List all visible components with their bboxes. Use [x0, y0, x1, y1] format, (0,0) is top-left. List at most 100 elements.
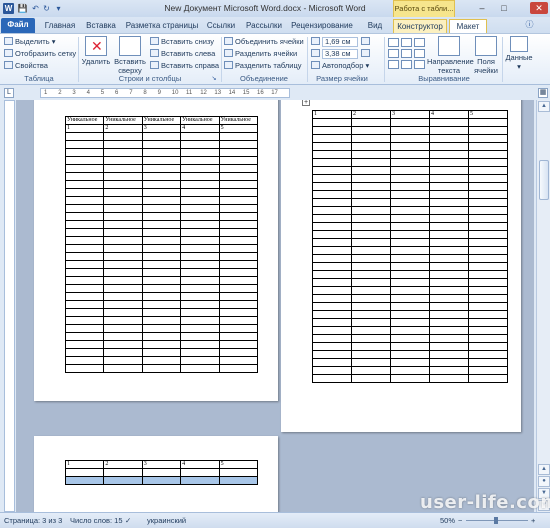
table-cell[interactable] [429, 358, 469, 367]
table-cell[interactable] [141, 332, 182, 341]
table-cell[interactable] [64, 348, 105, 357]
table-cell[interactable] [141, 252, 182, 261]
table-cell[interactable] [103, 228, 143, 237]
table-cell[interactable] [351, 190, 391, 199]
table-cell[interactable] [141, 228, 182, 237]
table-cell[interactable]: 5 [218, 460, 259, 469]
table-cell[interactable] [64, 340, 105, 349]
table-cell[interactable] [429, 326, 469, 335]
table-cell[interactable] [64, 132, 105, 141]
table-cell[interactable] [390, 374, 430, 383]
browse-object-icon[interactable]: ● [538, 476, 550, 487]
scroll-thumb[interactable] [539, 160, 549, 200]
table-cell[interactable] [429, 286, 469, 295]
table-cell[interactable] [390, 198, 430, 207]
table-cell[interactable] [390, 206, 430, 215]
table-cell[interactable] [103, 220, 143, 229]
table-cell[interactable]: 3 [141, 124, 182, 133]
table-cell[interactable] [218, 292, 259, 301]
tab-home[interactable]: Главная [40, 19, 80, 33]
table-cell[interactable] [429, 174, 469, 183]
align-top-right-icon[interactable] [414, 38, 425, 47]
table-cell[interactable] [141, 292, 182, 301]
table-cell[interactable] [351, 198, 391, 207]
table-row[interactable] [64, 332, 259, 341]
table-row[interactable] [312, 326, 508, 335]
table-cell[interactable] [351, 278, 391, 287]
table-cell[interactable] [390, 134, 430, 143]
table-cell[interactable] [141, 356, 182, 365]
table-cell[interactable] [468, 374, 508, 383]
table-cell[interactable] [390, 166, 430, 175]
table-cell[interactable] [390, 142, 430, 151]
table-row[interactable] [64, 172, 259, 181]
table-cell[interactable] [141, 324, 182, 333]
table-cell[interactable] [103, 204, 143, 213]
table-row[interactable] [312, 166, 508, 175]
table-row[interactable] [64, 196, 259, 205]
table-cell[interactable] [429, 118, 469, 127]
word-app-icon[interactable]: W [3, 3, 14, 14]
table-page-2[interactable]: 12345 [312, 110, 508, 383]
table-cell[interactable] [180, 252, 220, 261]
table-row[interactable] [64, 164, 259, 173]
row-height-input[interactable]: 1,69 см [322, 37, 358, 47]
table-cell[interactable] [312, 182, 352, 191]
table-cell[interactable] [390, 350, 430, 359]
table-cell[interactable] [103, 196, 143, 205]
table-row[interactable] [64, 140, 259, 149]
table-cell[interactable] [218, 468, 259, 477]
table-cell[interactable] [103, 164, 143, 173]
page-3[interactable]: 12345 [34, 436, 278, 512]
table-cell[interactable] [64, 236, 105, 245]
table-cell[interactable] [351, 366, 391, 375]
table-row[interactable] [64, 308, 259, 317]
table-cell[interactable]: 4 [180, 460, 220, 469]
redo-icon[interactable]: ↻ [41, 3, 52, 14]
table-cell[interactable] [103, 284, 143, 293]
table-cell[interactable] [141, 308, 182, 317]
table-cell[interactable] [180, 260, 220, 269]
zoom-slider-thumb[interactable] [494, 517, 498, 524]
spelling-icon[interactable]: ✓ [125, 516, 131, 525]
table-row[interactable] [64, 236, 259, 245]
table-cell[interactable] [180, 164, 220, 173]
table-cell[interactable] [351, 254, 391, 263]
table-cell[interactable] [141, 300, 182, 309]
table-row[interactable] [312, 134, 508, 143]
table-cell[interactable] [390, 318, 430, 327]
table-cell[interactable] [468, 190, 508, 199]
table-cell[interactable] [141, 156, 182, 165]
table-cell[interactable] [64, 324, 105, 333]
table-cell[interactable] [64, 188, 105, 197]
table-cell[interactable] [103, 316, 143, 325]
table-cell[interactable] [218, 228, 259, 237]
tab-mailings[interactable]: Рассылки [244, 19, 284, 33]
table-cell[interactable]: Уникальное [103, 116, 143, 125]
table-cell[interactable] [468, 166, 508, 175]
table-cell[interactable] [312, 326, 352, 335]
delete-button[interactable]: ✕ Удалить [80, 36, 112, 66]
previous-page-icon[interactable]: ▲ [538, 464, 550, 475]
insert-left-button[interactable]: Вставить слева [150, 49, 215, 59]
table-cell[interactable] [64, 276, 105, 285]
table-cell[interactable] [351, 286, 391, 295]
table-cell[interactable] [468, 238, 508, 247]
table-cell[interactable]: 1 [64, 460, 105, 469]
table-row[interactable] [64, 324, 259, 333]
table-cell[interactable] [351, 126, 391, 135]
table-cell[interactable] [180, 324, 220, 333]
table-cell[interactable]: Уникальное [218, 116, 259, 125]
zoom-out-button[interactable]: − [458, 516, 462, 525]
table-cell[interactable] [351, 214, 391, 223]
table-cell[interactable] [180, 236, 220, 245]
page-count[interactable]: Страница: 3 из 3 [4, 516, 62, 525]
table-cell[interactable] [141, 164, 182, 173]
table-cell[interactable] [180, 316, 220, 325]
table-page-3[interactable]: 12345 [64, 460, 259, 485]
table-row[interactable] [64, 188, 259, 197]
column-width-input[interactable]: 3,38 см [322, 49, 358, 59]
table-cell[interactable] [351, 246, 391, 255]
table-row[interactable] [312, 350, 508, 359]
table-cell[interactable] [429, 206, 469, 215]
